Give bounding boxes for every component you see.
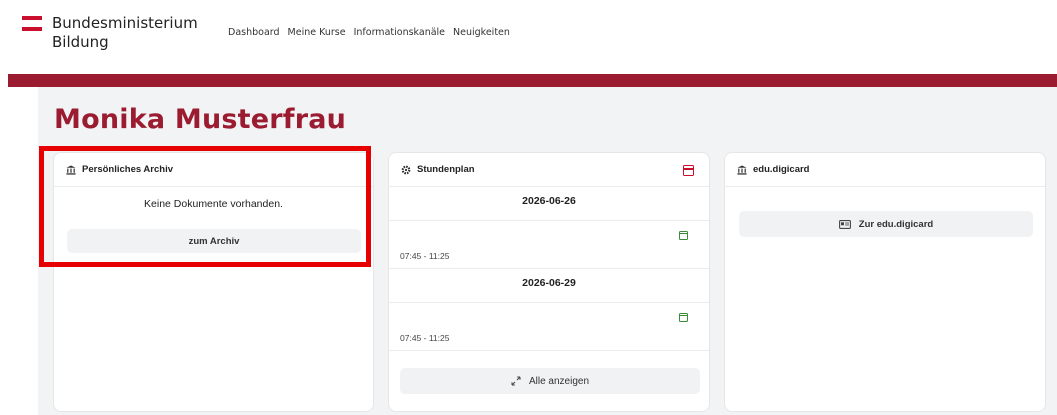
logo-text[interactable]: Bundesministerium Bildung — [52, 14, 198, 52]
digicard-button-label: Zur edu.digicard — [858, 218, 934, 230]
id-card-icon — [838, 219, 851, 229]
calendar-icon[interactable] — [683, 165, 694, 176]
site-header: Bundesministerium Bildung Dashboard Mein… — [0, 0, 1057, 74]
show-all-button[interactable]: Alle anzeigen — [400, 368, 700, 394]
nav-informationskanaele[interactable]: Informationskanäle — [354, 27, 445, 38]
nav-meine-kurse[interactable]: Meine Kurse — [288, 27, 346, 38]
schedule-card-title: Stundenplan — [417, 164, 475, 175]
schedule-card-header: Stundenplan — [389, 153, 709, 187]
calendar-icon — [679, 313, 688, 322]
logo-line-1: Bundesministerium — [52, 14, 198, 32]
expand-icon — [511, 376, 521, 386]
building-columns-icon — [737, 165, 747, 175]
calendar-icon — [679, 231, 688, 240]
schedule-date-1: 2026-06-26 — [522, 195, 576, 207]
highlight-box — [39, 146, 371, 267]
digicard-card-title: edu.digicard — [753, 164, 810, 175]
digicard-card-header: edu.digicard — [725, 153, 1045, 187]
digicard-card: edu.digicard Zur edu.digicard — [724, 152, 1046, 412]
main-nav: Dashboard Meine Kurse Informationskanäle… — [228, 27, 510, 38]
schedule-card: Stundenplan 2026-06-26 07:45 - 11:25 202… — [388, 152, 710, 412]
nav-dashboard[interactable]: Dashboard — [228, 27, 280, 38]
schedule-slot-2[interactable]: 07:45 - 11:25 — [389, 302, 709, 351]
schedule-slot-1[interactable]: 07:45 - 11:25 — [389, 220, 709, 269]
schedule-time-2: 07:45 - 11:25 — [400, 333, 450, 343]
page-title: Monika Musterfrau — [54, 104, 347, 135]
schedule-date-2: 2026-06-29 — [522, 277, 576, 289]
to-digicard-button[interactable]: Zur edu.digicard — [739, 211, 1033, 237]
nav-neuigkeiten[interactable]: Neuigkeiten — [453, 27, 510, 38]
logo-line-2: Bildung — [52, 33, 109, 51]
show-all-label: Alle anzeigen — [528, 375, 590, 387]
logo-flag-icon[interactable] — [22, 16, 42, 34]
gear-icon — [401, 165, 411, 175]
schedule-time-1: 07:45 - 11:25 — [400, 251, 450, 261]
brand-band — [8, 74, 1057, 87]
